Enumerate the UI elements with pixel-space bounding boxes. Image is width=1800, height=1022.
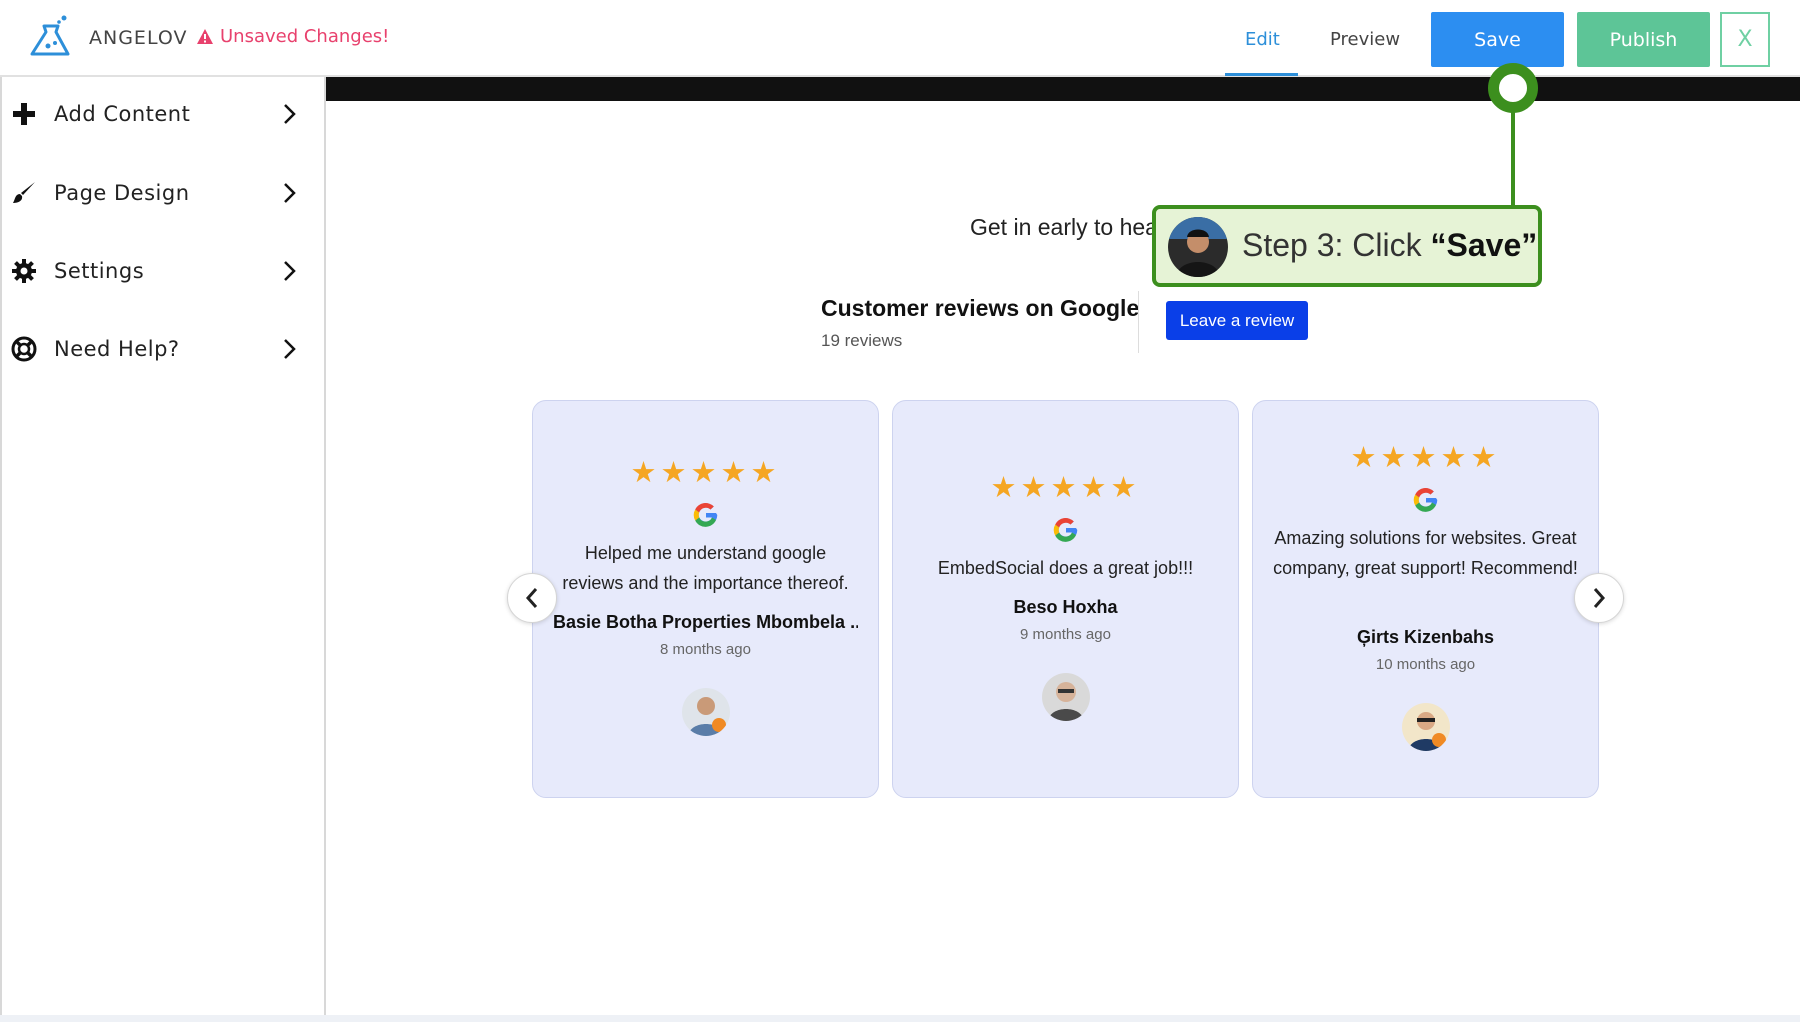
tooltip-target-dot	[1488, 63, 1538, 113]
review-time: 10 months ago	[1375, 656, 1476, 673]
brand-name: ANGELOV	[89, 27, 188, 49]
sidebar-item-add-content[interactable]: Add Content	[2, 84, 312, 144]
tab-edit-underline	[1225, 73, 1298, 76]
reviews-count: 19 reviews	[821, 331, 903, 350]
intro-text[interactable]: Get in early to hea	[970, 214, 1158, 241]
avatar	[681, 688, 730, 736]
lifebuoy-icon	[11, 336, 37, 362]
google-icon	[693, 503, 717, 527]
chevron-right-icon	[284, 104, 296, 124]
review-card: ★★★★★ EmbedSocial does a great job!!! Be…	[892, 400, 1239, 798]
divider	[1138, 291, 1139, 353]
sidebar-item-label: Page Design	[54, 181, 190, 205]
carousel-next-button[interactable]	[1574, 573, 1624, 623]
step-tooltip: Step 3: Click “Save”	[1152, 205, 1542, 287]
page-header-bar	[326, 77, 1800, 101]
chevron-right-icon	[284, 183, 296, 203]
publish-button[interactable]: Publish	[1577, 12, 1710, 67]
star-rating: ★★★★★	[630, 457, 781, 489]
chevron-right-icon	[284, 339, 296, 359]
unsaved-changes-indicator: Unsaved Changes!	[196, 26, 389, 47]
tab-preview[interactable]: Preview	[1330, 29, 1400, 50]
review-card: ★★★★★ Amazing solutions for websites. Gr…	[1252, 400, 1599, 798]
sidebar-item-label: Settings	[54, 259, 145, 283]
paintbrush-icon	[13, 182, 35, 203]
reviews-title: Customer reviews on Google	[821, 295, 1140, 321]
sidebar-item-label: Need Help?	[54, 337, 180, 361]
review-time: 8 months ago	[660, 641, 751, 658]
top-bar: ANGELOV Unsaved Changes! Edit Preview Sa…	[0, 0, 1800, 77]
tab-edit[interactable]: Edit	[1245, 29, 1280, 50]
google-icon	[1413, 488, 1437, 512]
review-author: Ģirts Kizenbahs	[1356, 627, 1495, 647]
gear-icon	[12, 259, 36, 283]
close-button[interactable]: X	[1720, 12, 1770, 67]
review-text: Amazing solutions for websites. Great co…	[1273, 528, 1578, 578]
review-card: ★★★★★ Helped me understand google review…	[532, 400, 879, 798]
chevron-left-icon	[525, 588, 538, 608]
review-author: Basie Botha Properties Mbombela ...	[553, 612, 858, 632]
warning-triangle-icon	[197, 28, 213, 44]
plus-icon	[13, 103, 35, 125]
tooltip-text: Step 3: Click “Save”	[1242, 227, 1537, 264]
tooltip-emphasis: “Save”	[1430, 227, 1538, 263]
chevron-right-icon	[1593, 588, 1606, 608]
star-rating: ★★★★★	[1350, 442, 1501, 474]
sidebar-item-settings[interactable]: Settings	[2, 241, 312, 301]
sidebar-item-need-help[interactable]: Need Help?	[2, 319, 312, 379]
tooltip-prefix: Step 3: Click	[1242, 227, 1431, 263]
review-text: Helped me understand google reviews and …	[562, 543, 849, 593]
sidebar-item-label: Add Content	[54, 102, 191, 126]
guide-avatar	[1168, 217, 1228, 277]
save-button[interactable]: Save	[1431, 12, 1564, 67]
page-canvas: Get in early to hea Customer reviews on …	[326, 77, 1800, 1017]
google-icon	[1053, 518, 1077, 542]
sidebar-item-page-design[interactable]: Page Design	[2, 163, 312, 223]
bottom-strip	[0, 1015, 1800, 1022]
unsaved-label: Unsaved Changes!	[220, 26, 390, 47]
leave-review-button[interactable]: Leave a review	[1166, 301, 1308, 340]
review-time: 9 months ago	[1020, 626, 1111, 643]
review-text: EmbedSocial does a great job!!!	[937, 558, 1194, 578]
avatar	[1401, 703, 1450, 751]
sidebar: Add Content Page Design Settings Need He…	[0, 77, 326, 1022]
flask-icon[interactable]	[28, 12, 72, 60]
carousel-prev-button[interactable]	[507, 573, 557, 623]
review-author: Beso Hoxha	[1013, 597, 1118, 617]
avatar	[1041, 673, 1090, 721]
star-rating: ★★★★★	[990, 472, 1141, 504]
chevron-right-icon	[284, 261, 296, 281]
